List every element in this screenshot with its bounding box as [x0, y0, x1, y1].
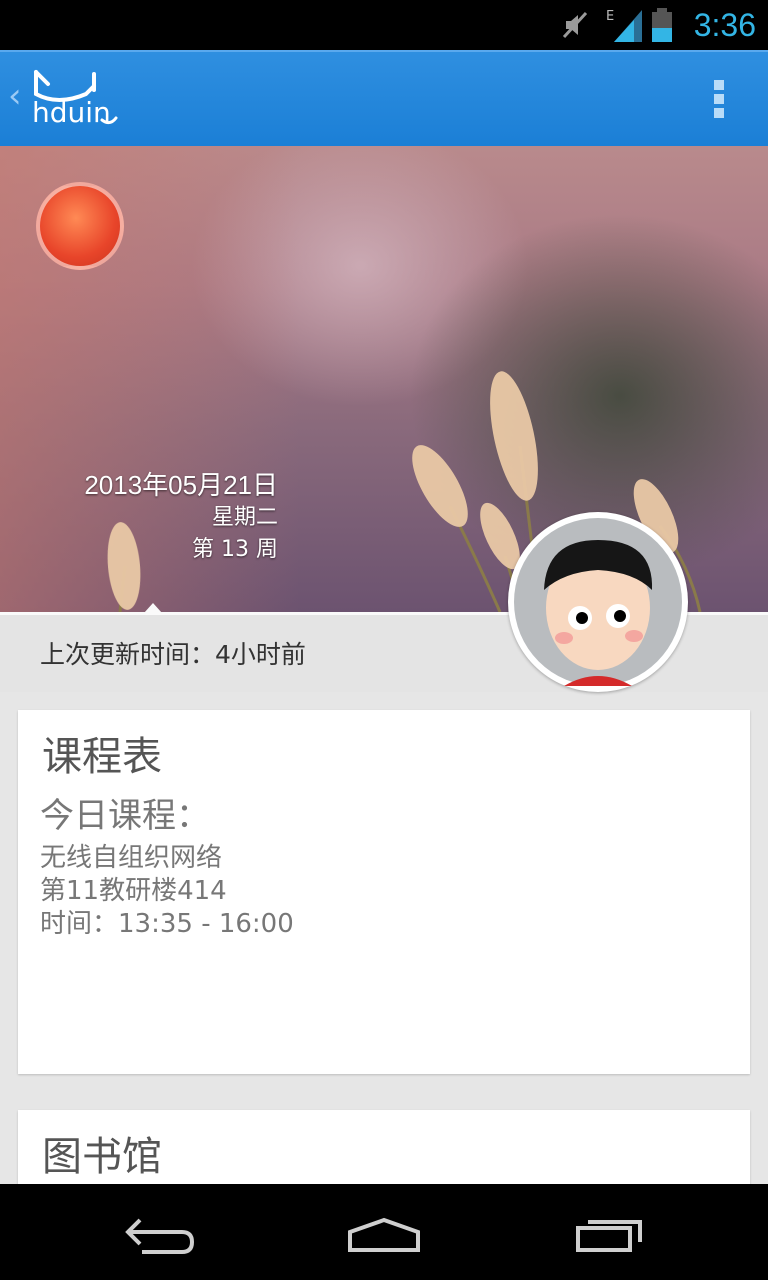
- schedule-card-title: 课程表: [42, 734, 162, 780]
- course-name: 无线自组织网络: [40, 843, 223, 873]
- update-pointer: [144, 603, 162, 613]
- action-bar: ‹ hduin: [0, 50, 768, 146]
- mute-icon: [562, 11, 588, 39]
- status-time: 3:36: [693, 7, 756, 43]
- recent-apps-nav-icon[interactable]: [562, 1198, 662, 1266]
- course-location: 第11教研楼414: [40, 876, 227, 906]
- network-type-label: E: [606, 9, 614, 24]
- course-time: 时间：13:35 - 16:00: [40, 909, 294, 939]
- today-courses-label: 今日课程：: [40, 796, 210, 836]
- back-chevron-icon: ‹: [8, 76, 22, 116]
- battery-icon: [652, 8, 672, 42]
- avatar-illustration: [514, 518, 682, 686]
- back-nav-icon[interactable]: [112, 1198, 212, 1266]
- overflow-dot: [714, 80, 724, 90]
- overflow-menu-button[interactable]: [698, 76, 738, 122]
- weekday-text: 星期二: [211, 505, 278, 530]
- status-bar: E 3:36: [0, 0, 768, 50]
- home-nav-icon[interactable]: [334, 1198, 434, 1266]
- navigation-bar: [0, 1184, 768, 1280]
- library-card-title: 图书馆: [42, 1134, 162, 1180]
- app-logo: hduin: [32, 70, 118, 129]
- up-button[interactable]: ‹ hduin: [0, 52, 130, 146]
- overflow-dot: [714, 108, 724, 118]
- course-info: 无线自组织网络 第11教研楼414 时间：13:35 - 16:00: [40, 842, 294, 941]
- week-number-text: 第 13 周: [192, 537, 278, 562]
- date-text: 2013年05月21日: [84, 470, 278, 500]
- app-badge-icon[interactable]: [36, 182, 124, 270]
- overflow-dot: [714, 94, 724, 104]
- user-avatar[interactable]: [508, 512, 688, 692]
- app-logo-text: hduin: [32, 96, 111, 129]
- date-block: 2013年05月21日 星期二 第 13 周: [84, 468, 278, 566]
- schedule-card[interactable]: 课程表 今日课程： 无线自组织网络 第11教研楼414 时间：13:35 - 1…: [18, 710, 750, 1074]
- signal-icon: E: [606, 9, 642, 42]
- last-update-text: 上次更新时间：4小时前: [40, 640, 306, 669]
